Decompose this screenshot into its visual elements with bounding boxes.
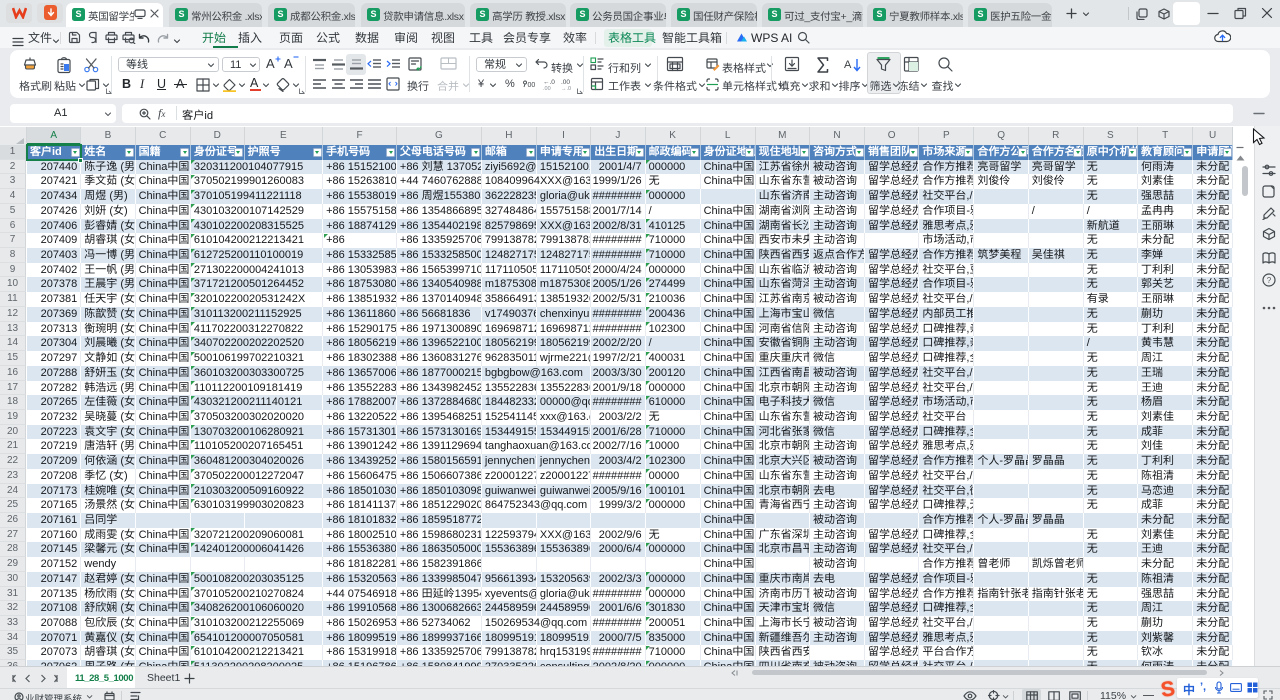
svg-text:←.0: ←.0 [543,79,555,86]
svg-text:.00: .00 [543,86,551,90]
svg-text:.00: .00 [561,79,570,86]
svg-text:A: A [844,59,852,71]
svg-text:?: ? [1267,276,1272,285]
svg-text:→.0: →.0 [561,86,571,90]
svg-text:00: 00 [528,82,536,89]
